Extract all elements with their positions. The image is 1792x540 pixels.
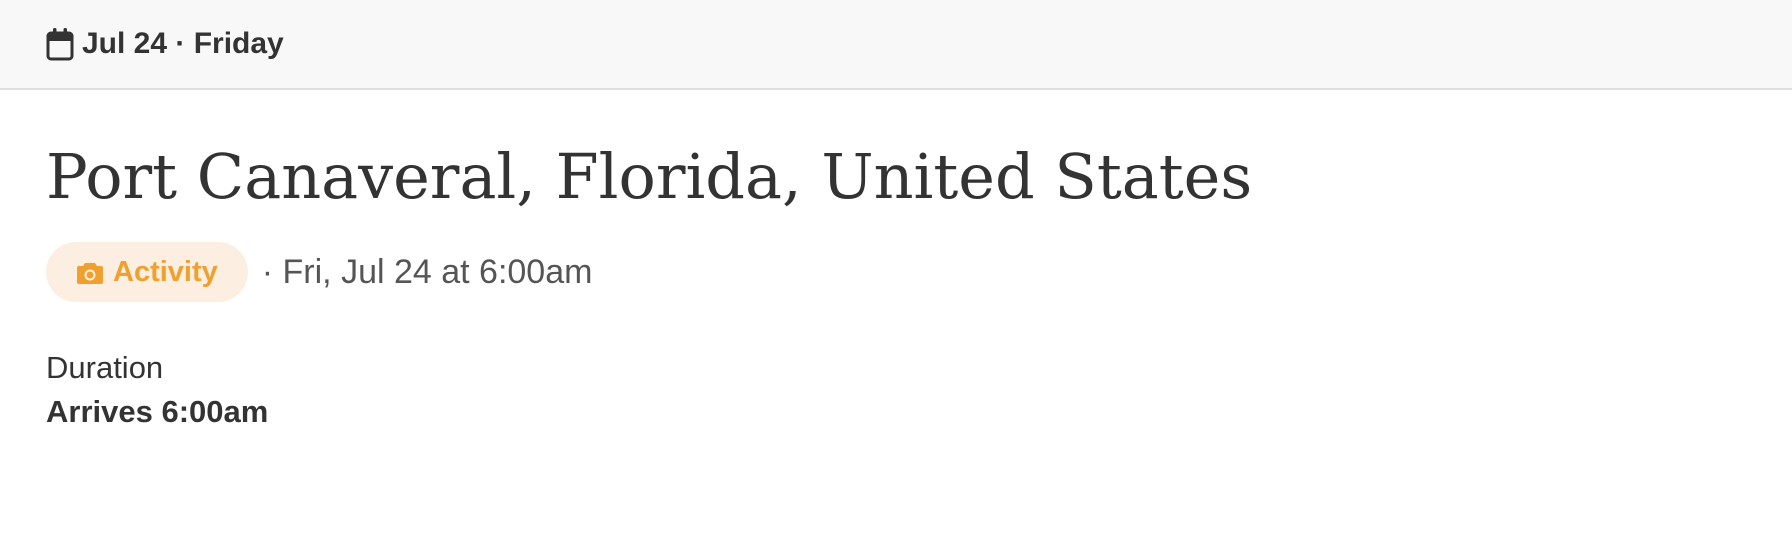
duration-section: Duration Arrives 6:00am bbox=[46, 346, 1746, 434]
date-label: Jul 24 · Friday bbox=[82, 27, 284, 60]
page-title: Port Canaveral, Florida, United States bbox=[46, 140, 1253, 213]
camera-icon bbox=[76, 260, 104, 284]
event-datetime: · Fri, Jul 24 at 6:00am bbox=[261, 252, 593, 291]
duration-value: Arrives 6:00am bbox=[46, 394, 269, 429]
activity-badge: Activity bbox=[46, 242, 248, 302]
calendar-icon bbox=[46, 27, 74, 61]
activity-badge-label: Activity bbox=[113, 255, 218, 288]
duration-label: Duration bbox=[46, 350, 164, 385]
date-header: Jul 24 · Friday bbox=[46, 24, 284, 64]
top-bar: Jul 24 · Friday bbox=[0, 0, 1792, 90]
event-meta-row: Activity · Fri, Jul 24 at 6:00am bbox=[46, 242, 1746, 302]
event-details: Port Canaveral, Florida, United States A… bbox=[46, 140, 1746, 434]
